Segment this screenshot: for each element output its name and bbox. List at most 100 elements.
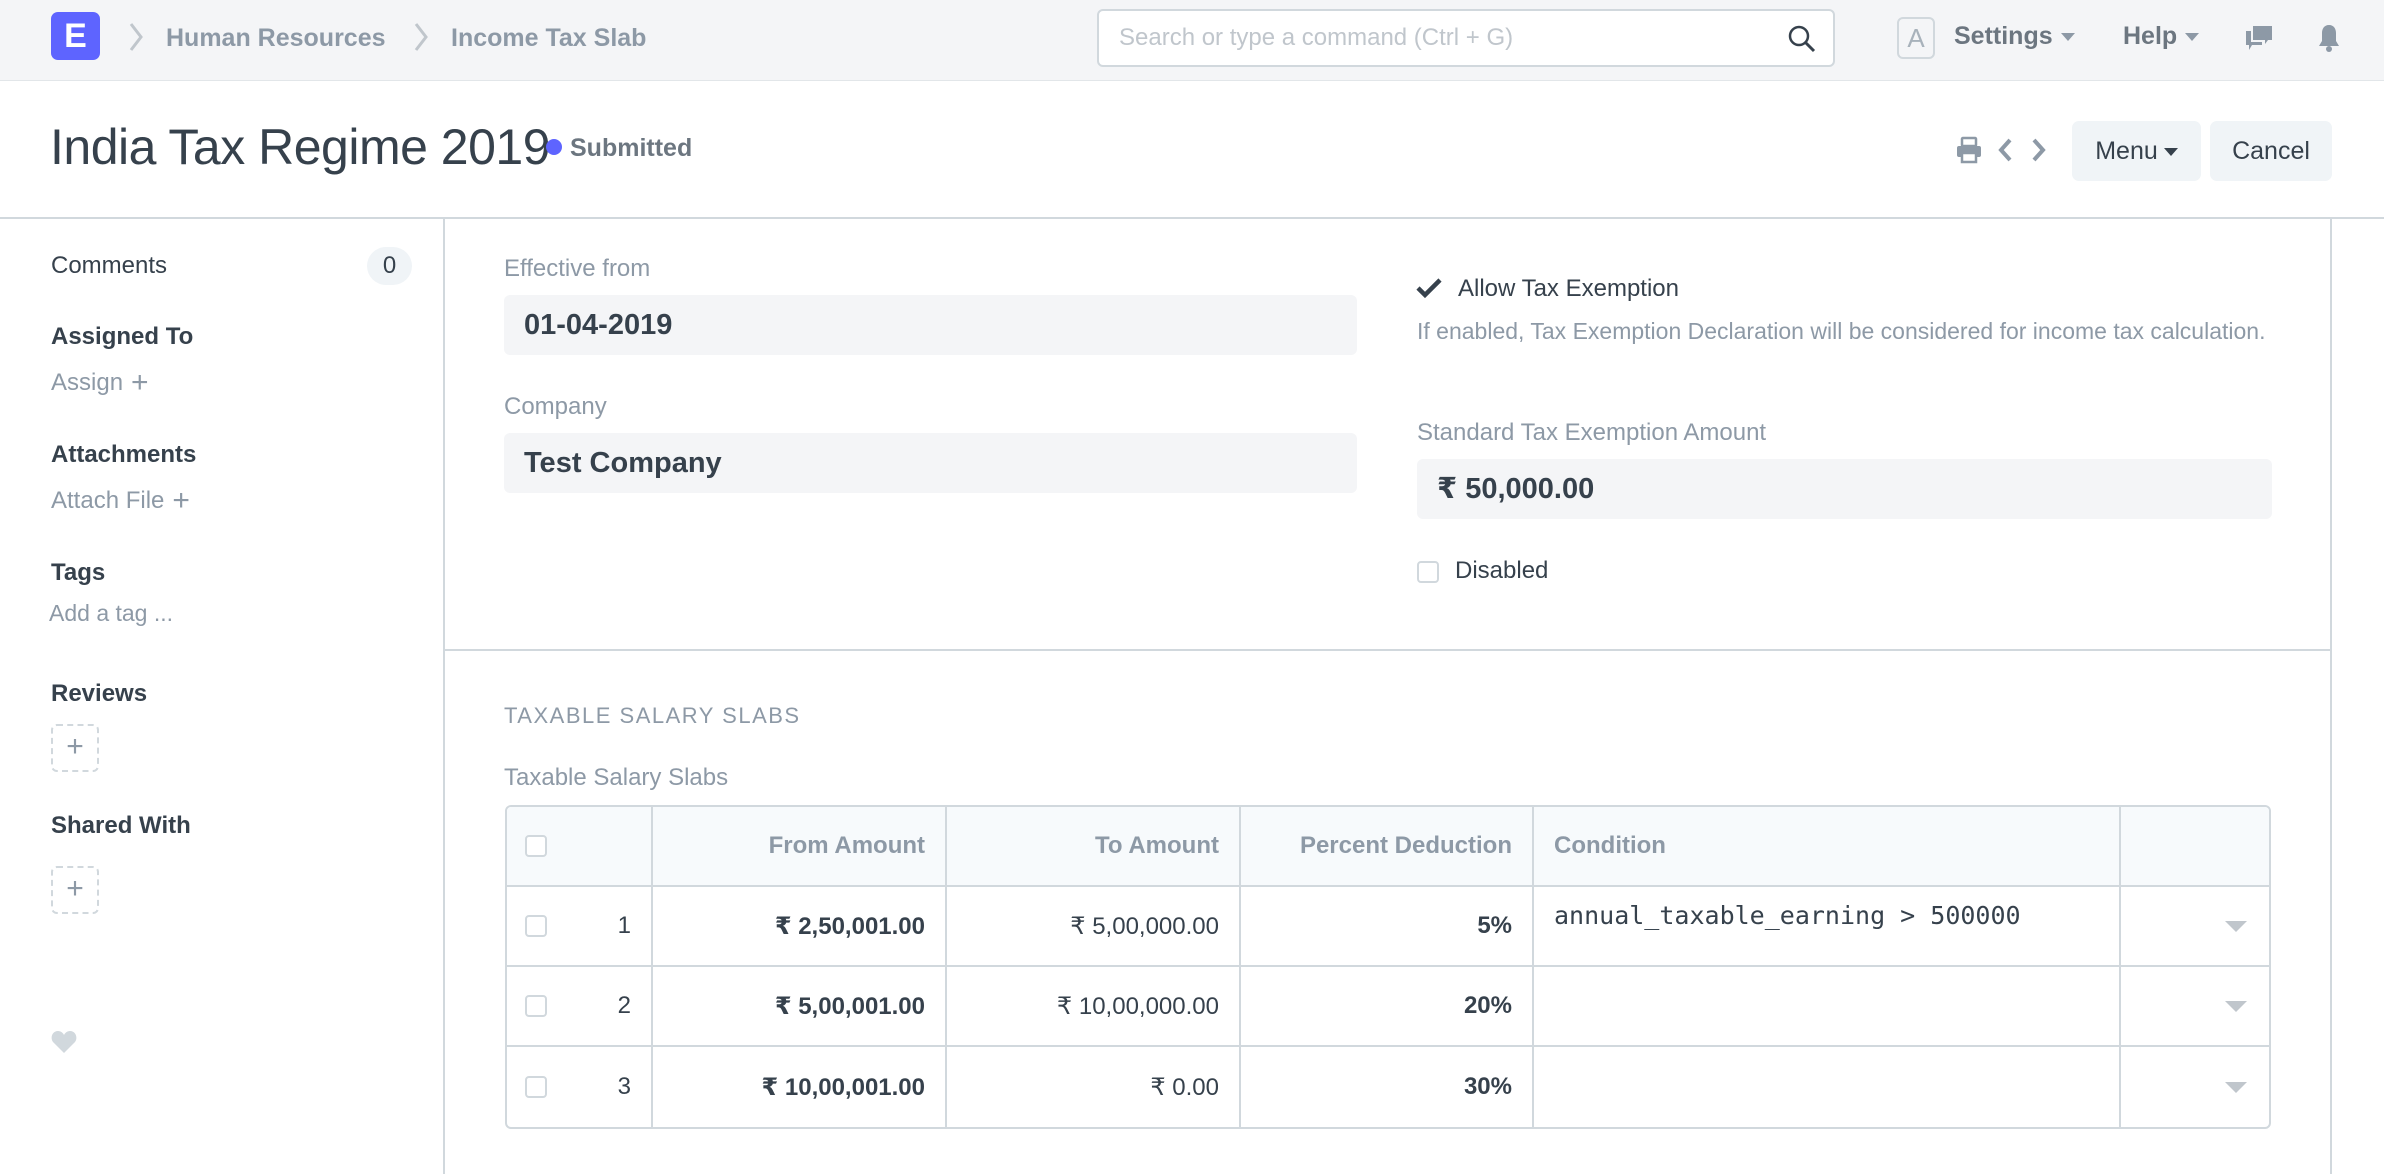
section-divider: [445, 649, 2330, 651]
chevron-right-icon: [411, 20, 431, 54]
menu-button[interactable]: Menu: [2072, 121, 2201, 181]
to-amount-cell[interactable]: ₹ 5,00,000.00: [947, 887, 1241, 965]
table-row[interactable]: 2 ₹ 5,00,001.00 ₹ 10,00,000.00 20%: [507, 967, 2269, 1047]
help-dropdown[interactable]: Help: [2123, 22, 2200, 51]
previous-doc-icon[interactable]: [1995, 135, 2015, 165]
attach-file-link[interactable]: Attach File +: [51, 484, 190, 518]
checkbox-box[interactable]: [1417, 560, 1439, 583]
effective-from-field[interactable]: 01-04-2019: [504, 295, 1357, 355]
effective-from-label: Effective from: [504, 255, 651, 282]
search-input[interactable]: [1119, 11, 1759, 65]
page-title: India Tax Regime 2019: [50, 119, 551, 175]
row-checkbox[interactable]: [525, 1076, 547, 1098]
standard-exemption-label: Standard Tax Exemption Amount: [1417, 419, 1767, 446]
next-doc-icon[interactable]: [2029, 135, 2049, 165]
app-logo[interactable]: E: [51, 12, 100, 60]
attachments-heading: Attachments: [51, 441, 197, 468]
from-amount-cell[interactable]: ₹ 10,00,001.00: [653, 1047, 947, 1127]
row-index: 3: [617, 1073, 631, 1100]
condition-cell[interactable]: annual_taxable_earning > 500000: [1534, 887, 2121, 965]
disabled-label: Disabled: [1455, 557, 1549, 584]
header-to-amount: To Amount: [947, 807, 1241, 885]
page-head: India Tax Regime 2019 Submitted Menu Can…: [0, 81, 2384, 219]
row-dropdown-icon[interactable]: [2225, 1000, 2247, 1012]
allow-tax-exemption-checkbox[interactable]: Allow Tax Exemption: [1416, 275, 1679, 303]
row-dropdown-icon[interactable]: [2225, 920, 2247, 932]
breadcrumb-human-resources[interactable]: Human Resources: [166, 24, 386, 53]
select-all-checkbox[interactable]: [525, 835, 547, 857]
status-label: Submitted: [570, 134, 693, 162]
tags-heading: Tags: [51, 559, 106, 586]
row-actions-cell[interactable]: [2121, 967, 2269, 1045]
header-condition: Condition: [1534, 807, 2121, 885]
to-amount-cell[interactable]: ₹ 10,00,000.00: [947, 967, 1241, 1045]
reviews-heading: Reviews: [51, 680, 148, 707]
percent-deduction-cell[interactable]: 20%: [1241, 967, 1534, 1045]
print-icon[interactable]: [1955, 135, 1983, 165]
salary-slabs-table: From Amount To Amount Percent Deduction …: [505, 805, 2271, 1129]
disabled-checkbox[interactable]: Disabled: [1417, 557, 1548, 585]
row-actions-cell[interactable]: [2121, 887, 2269, 965]
search-bar[interactable]: [1097, 9, 1835, 67]
cancel-button[interactable]: Cancel: [2210, 121, 2332, 181]
table-header-row: From Amount To Amount Percent Deduction …: [507, 807, 2269, 887]
row-dropdown-icon[interactable]: [2225, 1081, 2247, 1093]
add-review-button[interactable]: +: [51, 724, 99, 772]
row-index: 2: [617, 992, 631, 1019]
condition-cell[interactable]: [1534, 1047, 2121, 1127]
to-amount-cell[interactable]: ₹ 0.00: [947, 1047, 1241, 1127]
navbar: E Human Resources Income Tax Slab A Sett…: [0, 0, 2384, 81]
row-index: 1: [617, 912, 631, 939]
row-select-cell: 1: [507, 887, 653, 965]
from-amount-cell[interactable]: ₹ 5,00,001.00: [653, 967, 947, 1045]
heart-icon[interactable]: [51, 1030, 77, 1054]
shared-with-heading: Shared With: [51, 812, 191, 839]
comments-label[interactable]: Comments: [51, 252, 167, 280]
standard-exemption-field[interactable]: ₹ 50,000.00: [1417, 459, 2272, 519]
percent-deduction-cell[interactable]: 30%: [1241, 1047, 1534, 1127]
table-row[interactable]: 1 ₹ 2,50,001.00 ₹ 5,00,000.00 5% annual_…: [507, 887, 2269, 967]
menu-label: Menu: [2095, 137, 2158, 165]
percent-deduction-cell[interactable]: 5%: [1241, 887, 1534, 965]
plus-icon: +: [131, 366, 149, 399]
assign-label: Assign: [51, 369, 124, 396]
add-tag-input[interactable]: Add a tag ...: [49, 600, 173, 627]
status-indicator: Submitted: [546, 134, 692, 163]
section-heading: TAXABLE SALARY SLABS: [504, 703, 801, 728]
comments-count-badge: 0: [367, 247, 412, 285]
allow-tax-exemption-description: If enabled, Tax Exemption Declaration wi…: [1417, 318, 2266, 344]
attach-file-label: Attach File: [51, 487, 165, 514]
row-actions-cell[interactable]: [2121, 1047, 2269, 1127]
assigned-to-heading: Assigned To: [51, 323, 194, 350]
status-dot-icon: [546, 139, 562, 155]
search-icon[interactable]: [1787, 24, 1817, 54]
row-checkbox[interactable]: [525, 915, 547, 937]
header-select-cell: [507, 807, 653, 885]
row-select-cell: 3: [507, 1047, 653, 1127]
bell-icon[interactable]: [2313, 22, 2345, 54]
allow-tax-exemption-label: Allow Tax Exemption: [1458, 275, 1679, 302]
breadcrumb-income-tax-slab[interactable]: Income Tax Slab: [451, 24, 646, 53]
company-field[interactable]: Test Company: [504, 433, 1357, 493]
header-percent-deduction: Percent Deduction: [1241, 807, 1534, 885]
condition-cell[interactable]: [1534, 967, 2121, 1045]
plus-icon: +: [66, 730, 84, 763]
table-label: Taxable Salary Slabs: [504, 764, 729, 791]
caret-down-icon: [2185, 33, 2200, 42]
chat-icon[interactable]: [2243, 22, 2275, 54]
table-row[interactable]: 3 ₹ 10,00,001.00 ₹ 0.00 30%: [507, 1047, 2269, 1127]
checkmark-icon: [1416, 278, 1442, 299]
plus-icon: +: [172, 484, 190, 517]
add-share-button[interactable]: +: [51, 866, 99, 914]
settings-dropdown[interactable]: Settings: [1954, 22, 2075, 51]
user-avatar[interactable]: A: [1897, 17, 1935, 59]
from-amount-cell[interactable]: ₹ 2,50,001.00: [653, 887, 947, 965]
row-checkbox[interactable]: [525, 995, 547, 1017]
caret-down-icon: [2163, 148, 2178, 157]
chevron-right-icon: [126, 20, 146, 54]
assign-link[interactable]: Assign +: [51, 366, 149, 400]
row-select-cell: 2: [507, 967, 653, 1045]
caret-down-icon: [2060, 33, 2075, 42]
header-actions: [2121, 807, 2269, 885]
sidebar: Comments 0 Assigned To Assign + Attachmen…: [0, 219, 443, 1174]
